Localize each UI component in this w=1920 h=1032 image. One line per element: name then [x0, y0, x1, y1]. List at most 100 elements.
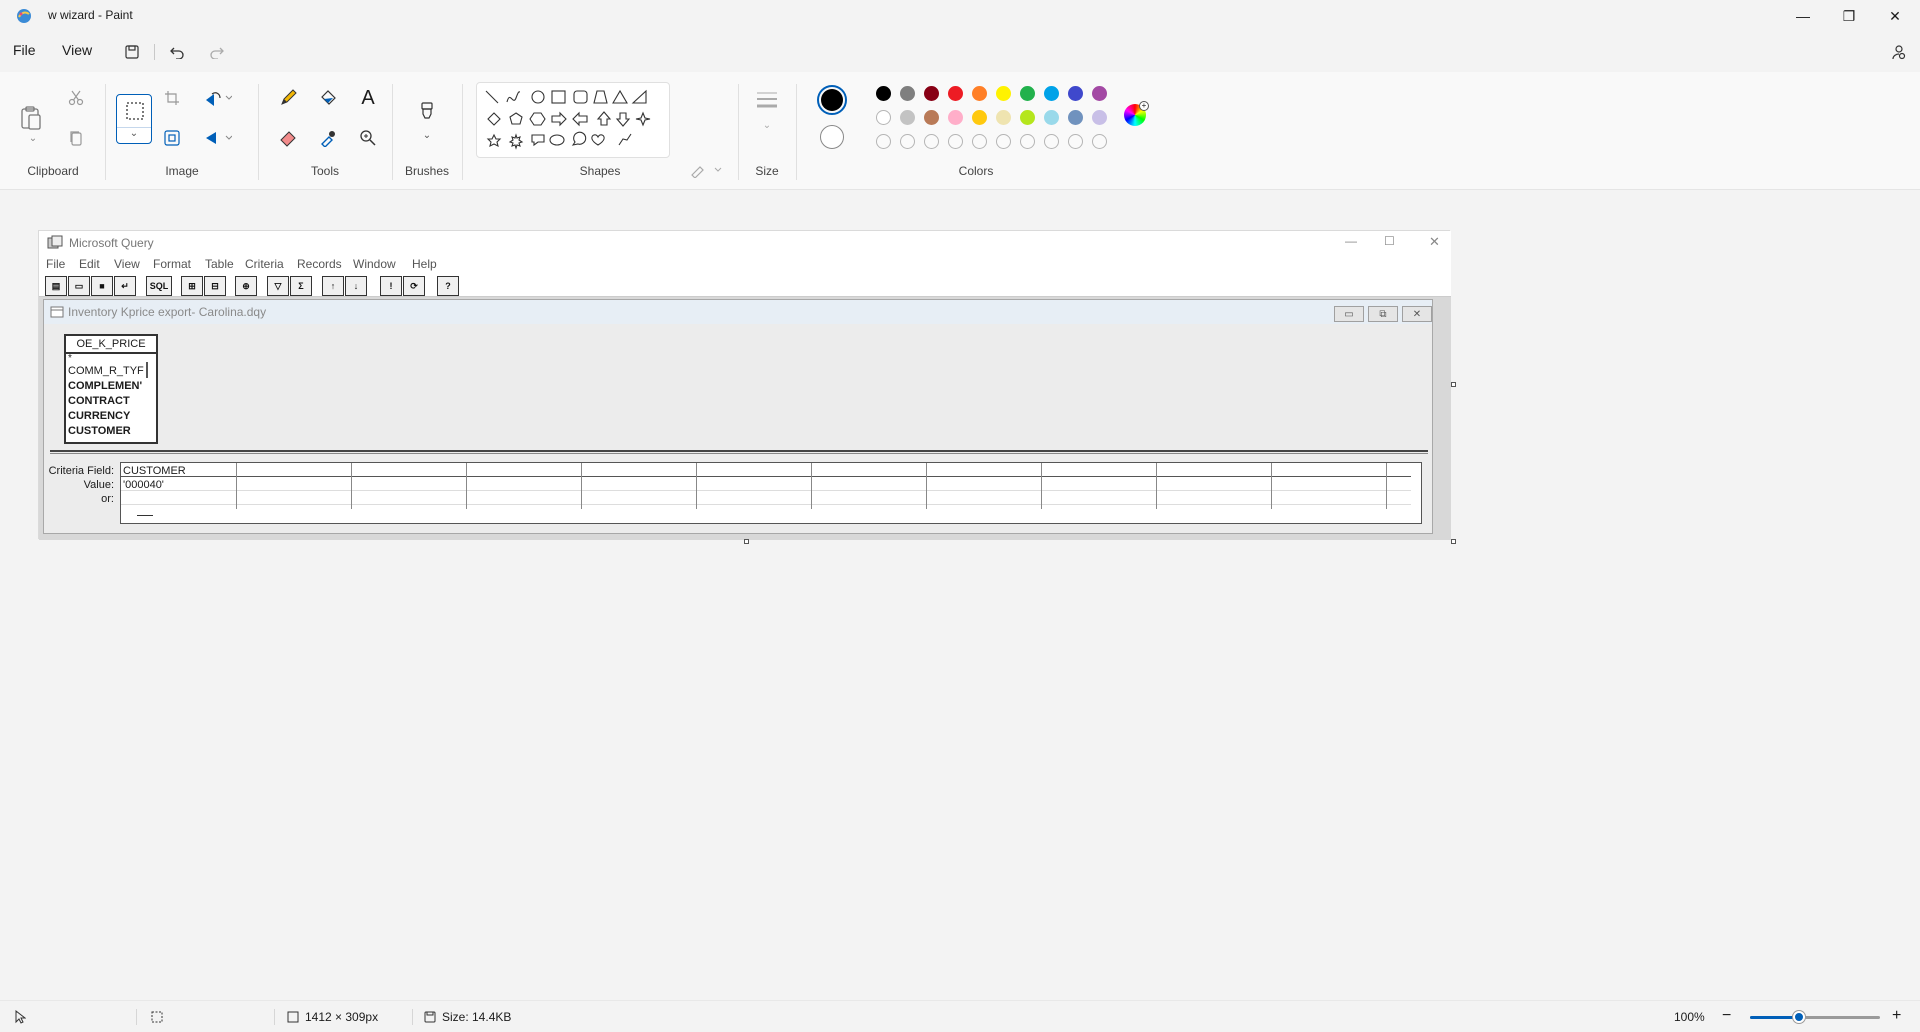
palette-color-swatch[interactable]	[876, 86, 891, 101]
criteria-field-value: CUSTOMER	[123, 465, 186, 477]
custom-color-slot[interactable]	[972, 134, 987, 149]
tools-group-label: Tools	[310, 164, 339, 178]
query-menu-item: File	[46, 257, 66, 271]
query-app-icon	[47, 235, 63, 249]
palette-color-swatch[interactable]	[996, 110, 1011, 125]
selection-size	[150, 1010, 164, 1024]
outline-button[interactable]	[688, 154, 724, 186]
palette-color-swatch[interactable]	[1020, 110, 1035, 125]
fill-button[interactable]	[312, 82, 344, 114]
size-dropdown-chevron-icon[interactable]: ⌄	[751, 117, 783, 133]
custom-color-slot[interactable]	[948, 134, 963, 149]
cut-button[interactable]	[60, 82, 92, 114]
zoom-in-button[interactable]: +	[1892, 1007, 1901, 1025]
rotate-button[interactable]	[198, 82, 238, 114]
text-button[interactable]: A	[352, 82, 384, 114]
plus-icon: +	[1139, 101, 1149, 111]
brushes-group-label: Brushes	[404, 164, 450, 178]
zoom-slider-thumb[interactable]	[1793, 1011, 1806, 1023]
select-dropdown-chevron-icon[interactable]: ⌄	[117, 127, 151, 139]
query-child-minimize-icon: ▭	[1334, 306, 1364, 322]
resize-button[interactable]	[156, 122, 188, 154]
close-button[interactable]: ✕	[1872, 0, 1918, 32]
menu-file[interactable]: File	[13, 42, 36, 58]
clipboard-group-label: Clipboard	[27, 164, 79, 178]
copy-button[interactable]	[60, 122, 92, 154]
account-settings-button[interactable]	[1884, 40, 1912, 64]
palette-color-swatch[interactable]	[1092, 110, 1107, 125]
canvas-resize-handle-corner[interactable]	[1451, 539, 1456, 544]
query-child-restore-icon: ⧉	[1368, 306, 1398, 322]
query-now-icon: !	[380, 276, 402, 296]
palette-color-swatch[interactable]	[924, 86, 939, 101]
palette-color-swatch[interactable]	[1092, 86, 1107, 101]
image-dimensions-text: 1412 × 309px	[305, 1010, 379, 1024]
criteria-value-row	[121, 477, 1411, 491]
palette-color-swatch[interactable]	[948, 110, 963, 125]
redo-button[interactable]	[203, 40, 231, 64]
primary-color-selector[interactable]	[817, 85, 847, 115]
zoom-out-button[interactable]: −	[1722, 1007, 1731, 1025]
palette-color-swatch[interactable]	[972, 86, 987, 101]
canvas-area[interactable]: Microsoft Query — ☐ ✕ File Edit View For…	[0, 190, 1920, 1000]
palette-color-swatch[interactable]	[948, 86, 963, 101]
palette-color-swatch[interactable]	[924, 110, 939, 125]
canvas-image[interactable]: Microsoft Query — ☐ ✕ File Edit View For…	[38, 230, 1451, 540]
undo-button[interactable]	[163, 40, 191, 64]
ribbon: ⌄ Clipboard ⌄ Image A Tools ⌄ Brushes Sh…	[0, 72, 1920, 217]
query-open-icon: ▭	[68, 276, 90, 296]
palette-color-swatch[interactable]	[1020, 86, 1035, 101]
paste-dropdown-chevron-icon[interactable]: ⌄	[17, 130, 49, 146]
custom-color-slot[interactable]	[924, 134, 939, 149]
zoom-level-text[interactable]: 100%	[1674, 1010, 1705, 1024]
criteria-value-cell: '000040'	[123, 479, 164, 491]
query-show-tables-icon: ⊞	[181, 276, 203, 296]
paste-icon	[21, 106, 41, 130]
canvas-resize-handle-bottom[interactable]	[744, 539, 749, 544]
size-button[interactable]	[751, 84, 783, 116]
color-picker-button[interactable]	[312, 122, 344, 154]
custom-color-slot[interactable]	[900, 134, 915, 149]
pencil-button[interactable]	[272, 82, 304, 114]
custom-color-slot[interactable]	[1044, 134, 1059, 149]
palette-color-swatch[interactable]	[1044, 86, 1059, 101]
palette-color-swatch[interactable]	[996, 86, 1011, 101]
custom-color-slot[interactable]	[1020, 134, 1035, 149]
eraser-button[interactable]	[272, 122, 304, 154]
palette-color-swatch[interactable]	[972, 110, 987, 125]
select-button[interactable]: ⌄	[116, 94, 152, 144]
palette-color-swatch[interactable]	[1068, 86, 1083, 101]
brush-icon	[421, 102, 433, 119]
query-sql-button: SQL	[146, 276, 172, 296]
canvas-resize-handle-right[interactable]	[1451, 382, 1456, 387]
palette-color-swatch[interactable]	[876, 110, 891, 125]
criteria-column-divider	[1041, 463, 1042, 509]
magnifier-button[interactable]	[352, 122, 384, 154]
edit-colors-button[interactable]: +	[1124, 101, 1149, 126]
query-minimize-icon: —	[1345, 234, 1357, 248]
secondary-color-selector[interactable]	[820, 125, 844, 149]
query-menubar: File Edit View Format Table Criteria Rec…	[39, 255, 1451, 273]
custom-color-slot[interactable]	[1092, 134, 1107, 149]
save-button[interactable]	[118, 40, 146, 64]
minimize-button[interactable]: —	[1780, 0, 1826, 32]
custom-color-slot[interactable]	[1068, 134, 1083, 149]
custom-color-slot[interactable]	[996, 134, 1011, 149]
palette-color-swatch[interactable]	[1044, 110, 1059, 125]
palette-color-swatch[interactable]	[1068, 110, 1083, 125]
query-mdi-area: Inventory Kprice export- Carolina.dqy ▭ …	[39, 297, 1451, 540]
criteria-column-divider	[1271, 463, 1272, 509]
undo-icon	[170, 47, 184, 59]
flip-button[interactable]	[198, 122, 238, 154]
pencil-icon	[281, 89, 297, 105]
palette-color-swatch[interactable]	[900, 110, 915, 125]
criteria-column-divider	[1156, 463, 1157, 509]
brushes-dropdown-chevron-icon[interactable]: ⌄	[411, 127, 443, 143]
custom-color-slot[interactable]	[876, 134, 891, 149]
crop-button[interactable]	[156, 82, 188, 114]
menu-view[interactable]: View	[62, 42, 92, 58]
palette-color-swatch[interactable]	[900, 86, 915, 101]
query-menu-item: View	[114, 257, 140, 271]
maximize-button[interactable]: ❐	[1826, 0, 1872, 32]
magnifier-icon	[360, 130, 376, 146]
